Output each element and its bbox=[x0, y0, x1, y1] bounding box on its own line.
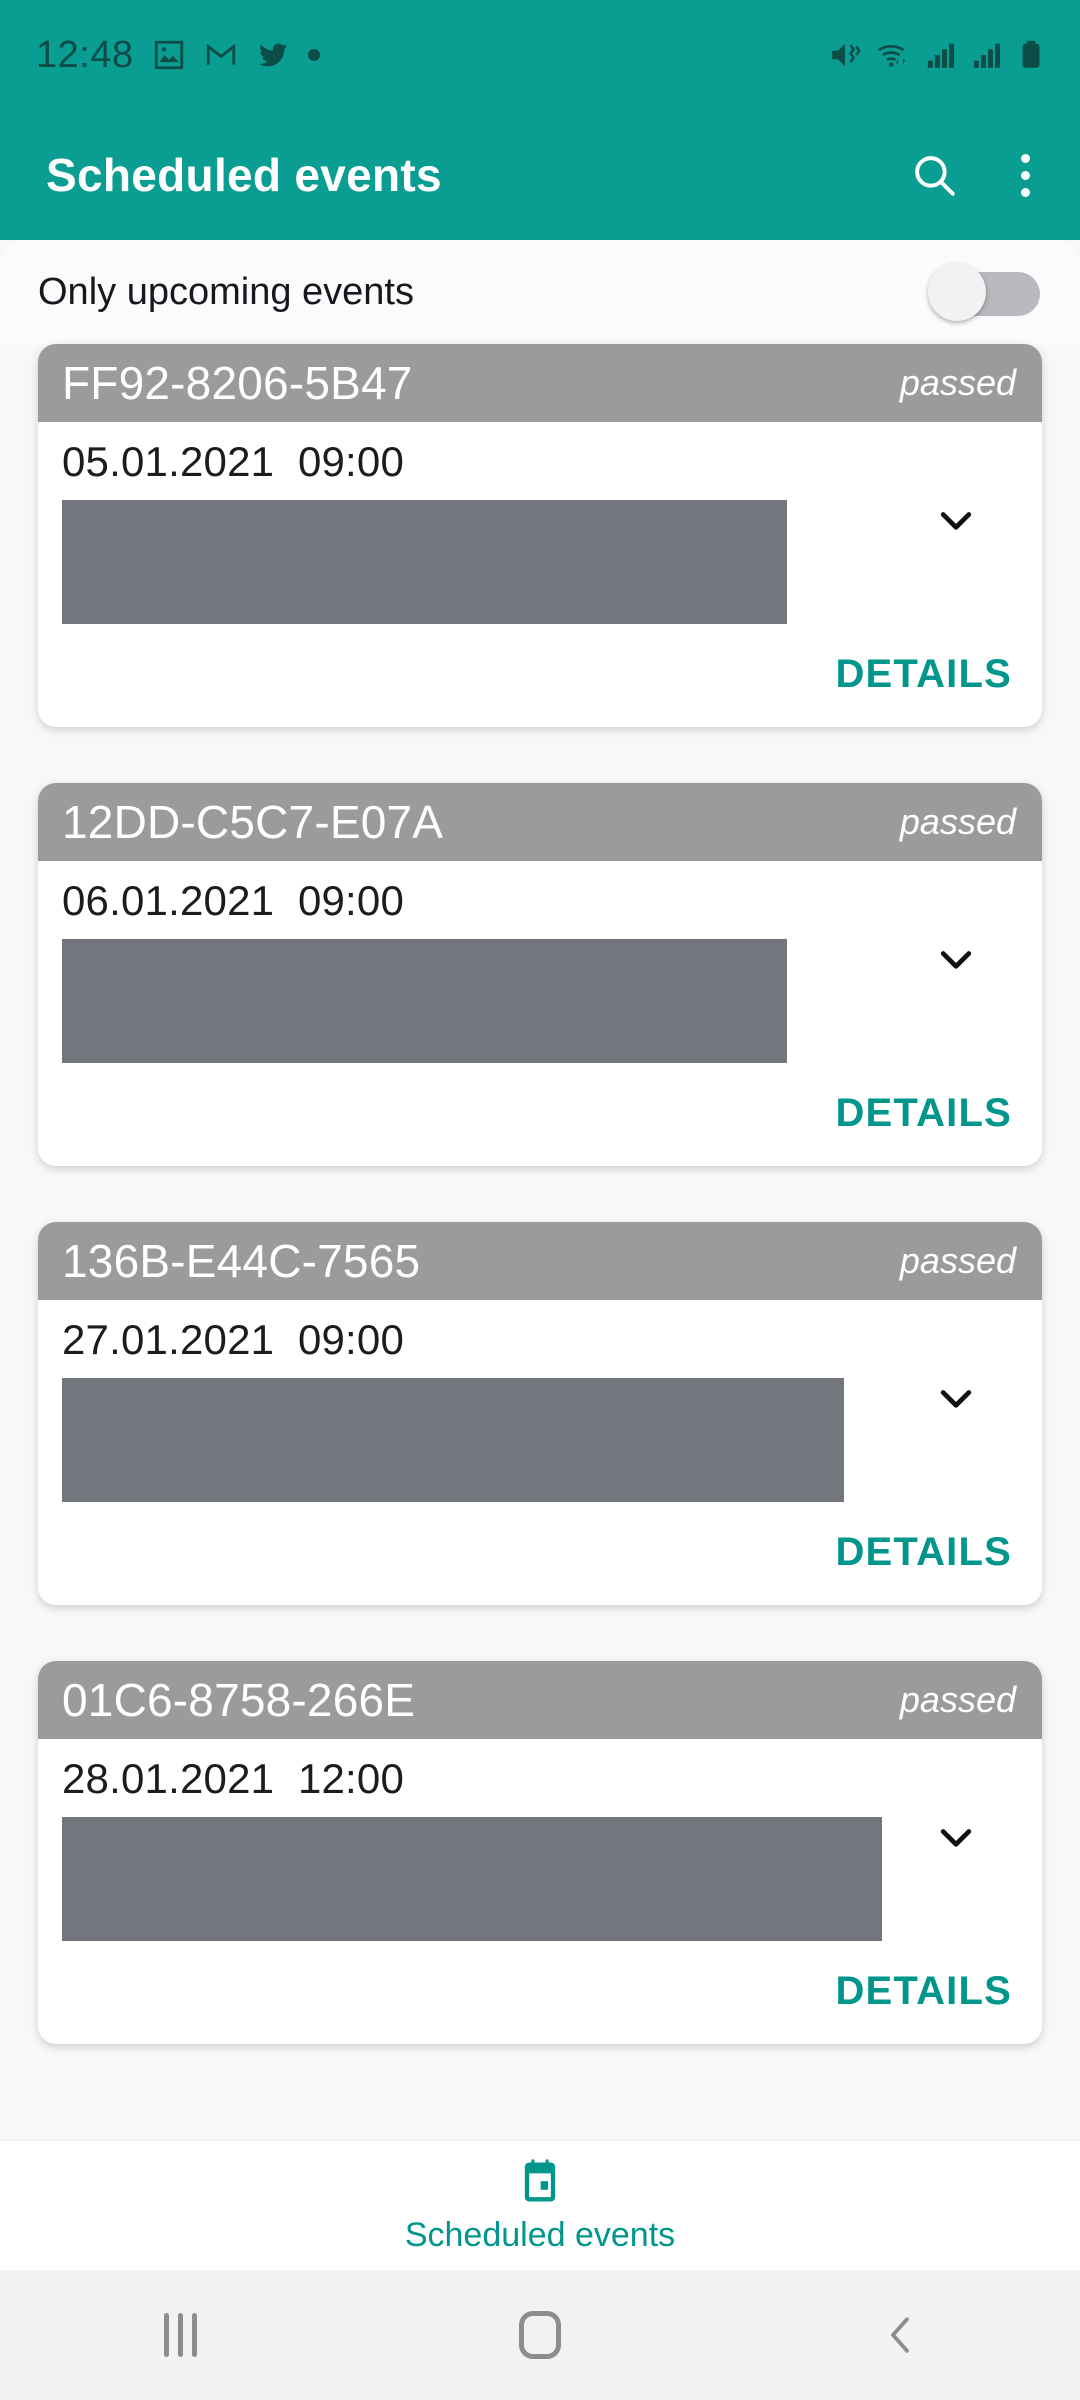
redacted-content bbox=[62, 939, 788, 1063]
page-title: Scheduled events bbox=[46, 149, 442, 201]
content-sheet: Only upcoming events FF92-8206-5B47 pass… bbox=[0, 240, 1080, 2190]
event-card-header: FF92-8206-5B47 passed bbox=[38, 344, 1042, 422]
event-card-body: 28.01.2021 12:00 bbox=[38, 1739, 1042, 1941]
system-navigation-bar bbox=[0, 2270, 1080, 2400]
event-id: 136B-E44C-7565 bbox=[62, 1235, 421, 1287]
event-datetime: 06.01.2021 09:00 bbox=[62, 877, 405, 924]
back-icon bbox=[891, 2317, 909, 2353]
event-card-actions: DETAILS bbox=[38, 624, 1042, 727]
back-button[interactable] bbox=[720, 2312, 1080, 2358]
status-badge: passed bbox=[899, 1240, 1016, 1281]
event-card-header: 136B-E44C-7565 passed bbox=[38, 1222, 1042, 1300]
home-button[interactable] bbox=[360, 2311, 720, 2359]
event-datetime: 05.01.2021 09:00 bbox=[62, 438, 405, 485]
toggle-thumb bbox=[928, 263, 986, 321]
more-vert-icon[interactable] bbox=[1015, 148, 1036, 203]
wifi-icon bbox=[878, 45, 906, 67]
event-id: 01C6-8758-266E bbox=[62, 1674, 416, 1726]
status-bar-left: 12:48 bbox=[36, 34, 320, 77]
event-card-header: 01C6-8758-266E passed bbox=[38, 1661, 1042, 1739]
status-badge: passed bbox=[899, 1679, 1016, 1720]
event-card-actions: DETAILS bbox=[38, 1063, 1042, 1166]
details-button[interactable]: DETAILS bbox=[835, 1969, 1012, 2014]
filter-row[interactable]: Only upcoming events bbox=[0, 240, 1080, 344]
image-icon bbox=[154, 40, 183, 70]
twitter-icon bbox=[258, 43, 287, 67]
events-list[interactable]: FF92-8206-5B47 passed 05.01.2021 09:00 D… bbox=[0, 344, 1080, 2190]
app-bar-actions bbox=[909, 148, 1036, 203]
event-card[interactable]: FF92-8206-5B47 passed 05.01.2021 09:00 D… bbox=[38, 344, 1042, 727]
event-datetime: 27.01.2021 09:00 bbox=[62, 1316, 405, 1363]
event-datetime: 28.01.2021 12:00 bbox=[62, 1755, 405, 1802]
event-card[interactable]: 01C6-8758-266E passed 28.01.2021 12:00 D… bbox=[38, 1661, 1042, 2044]
details-button[interactable]: DETAILS bbox=[835, 1530, 1012, 1575]
status-bar-right bbox=[828, 38, 1044, 72]
event-card-actions: DETAILS bbox=[38, 1941, 1042, 2044]
event-card[interactable]: 12DD-C5C7-E07A passed 06.01.2021 09:00 D… bbox=[38, 783, 1042, 1166]
event-id: 12DD-C5C7-E07A bbox=[62, 796, 444, 848]
event-card-actions: DETAILS bbox=[38, 1502, 1042, 1605]
redacted-content bbox=[62, 500, 788, 624]
only-upcoming-events-toggle[interactable] bbox=[928, 262, 1040, 322]
details-button[interactable]: DETAILS bbox=[835, 652, 1012, 697]
event-card-body: 06.01.2021 09:00 bbox=[38, 861, 1042, 1063]
calendar-event-icon bbox=[524, 2159, 556, 2202]
event-card-header: 12DD-C5C7-E07A passed bbox=[38, 783, 1042, 861]
event-id: FF92-8206-5B47 bbox=[62, 357, 413, 409]
mute-vibrate-icon bbox=[832, 43, 861, 67]
bottom-nav-item-scheduled-events[interactable]: Scheduled events bbox=[405, 2156, 675, 2255]
event-card-body: 27.01.2021 09:00 bbox=[38, 1300, 1042, 1502]
signal-icon-2 bbox=[973, 43, 1001, 68]
battery-icon bbox=[1022, 40, 1040, 68]
chevron-down-icon[interactable] bbox=[934, 498, 978, 542]
dot-icon bbox=[307, 49, 320, 61]
signal-icon bbox=[927, 43, 955, 68]
chevron-down-icon[interactable] bbox=[934, 1815, 978, 1859]
chevron-down-icon[interactable] bbox=[934, 1376, 978, 1420]
app-bar: Scheduled events bbox=[0, 110, 1080, 240]
home-icon bbox=[519, 2311, 561, 2359]
search-icon[interactable] bbox=[909, 150, 959, 200]
status-badge: passed bbox=[899, 801, 1016, 842]
event-card[interactable]: 136B-E44C-7565 passed 27.01.2021 09:00 D… bbox=[38, 1222, 1042, 1605]
recents-icon bbox=[163, 2313, 197, 2357]
status-bar: 12:48 bbox=[0, 0, 1080, 110]
redacted-content bbox=[62, 1817, 883, 1941]
details-button[interactable]: DETAILS bbox=[835, 1091, 1012, 1136]
event-card-body: 05.01.2021 09:00 bbox=[38, 422, 1042, 624]
bottom-nav-label: Scheduled events bbox=[404, 2216, 676, 2254]
redacted-content bbox=[62, 1378, 845, 1502]
chevron-down-icon[interactable] bbox=[934, 937, 978, 981]
bottom-navigation: Scheduled events bbox=[0, 2140, 1080, 2270]
status-bar-clock: 12:48 bbox=[36, 33, 134, 76]
recents-button[interactable] bbox=[0, 2313, 360, 2357]
status-badge: passed bbox=[899, 362, 1016, 403]
gmail-icon bbox=[206, 43, 235, 65]
filter-label: Only upcoming events bbox=[38, 270, 414, 313]
